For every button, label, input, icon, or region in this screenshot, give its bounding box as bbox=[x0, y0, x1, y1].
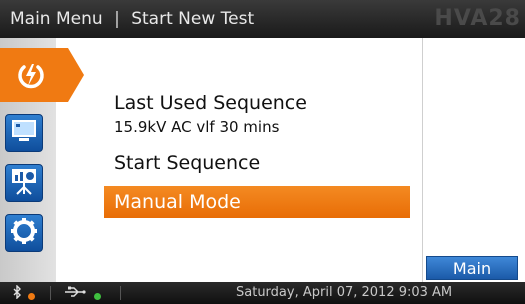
last-used-sequence-label[interactable]: Last Used Sequence bbox=[114, 92, 307, 114]
gear-icon bbox=[9, 216, 39, 250]
manual-mode-option[interactable]: Manual Mode bbox=[104, 186, 410, 218]
bluetooth-status-dot bbox=[28, 289, 35, 304]
bluetooth-icon bbox=[12, 284, 22, 303]
sidebar-item-monitor[interactable] bbox=[5, 114, 43, 152]
title-bar: Main Menu | Start New Test HVA28 bbox=[0, 0, 525, 38]
breadcrumb-main-menu[interactable]: Main Menu bbox=[10, 9, 103, 29]
start-sequence-option[interactable]: Start Sequence bbox=[114, 152, 260, 174]
start-test-menu: Last Used Sequence 15.9kV AC vlf 30 mins… bbox=[104, 38, 414, 282]
sidebar bbox=[0, 38, 84, 282]
breadcrumb-current-page: Start New Test bbox=[131, 9, 255, 29]
presentation-icon bbox=[9, 166, 39, 200]
main-button[interactable]: Main bbox=[426, 256, 518, 280]
sidebar-item-presentation[interactable] bbox=[5, 164, 43, 202]
power-bolt-icon bbox=[14, 58, 48, 96]
sidebar-item-start-test[interactable] bbox=[0, 48, 84, 102]
usb-status-dot bbox=[94, 289, 101, 304]
status-bar: Saturday, April 07, 2012 9:03 AM bbox=[0, 282, 525, 304]
breadcrumb-separator: | bbox=[114, 9, 120, 29]
breadcrumb: Main Menu | Start New Test bbox=[10, 9, 254, 29]
panel-divider bbox=[422, 38, 423, 282]
sidebar-item-settings[interactable] bbox=[5, 214, 43, 252]
usb-icon bbox=[64, 285, 86, 303]
monitor-icon bbox=[10, 118, 38, 148]
model-logo: HVA28 bbox=[434, 6, 521, 31]
last-used-sequence-value[interactable]: 15.9kV AC vlf 30 mins bbox=[114, 118, 279, 136]
date-time: Saturday, April 07, 2012 9:03 AM bbox=[236, 285, 453, 300]
main-panel: Last Used Sequence 15.9kV AC vlf 30 mins… bbox=[0, 38, 525, 282]
